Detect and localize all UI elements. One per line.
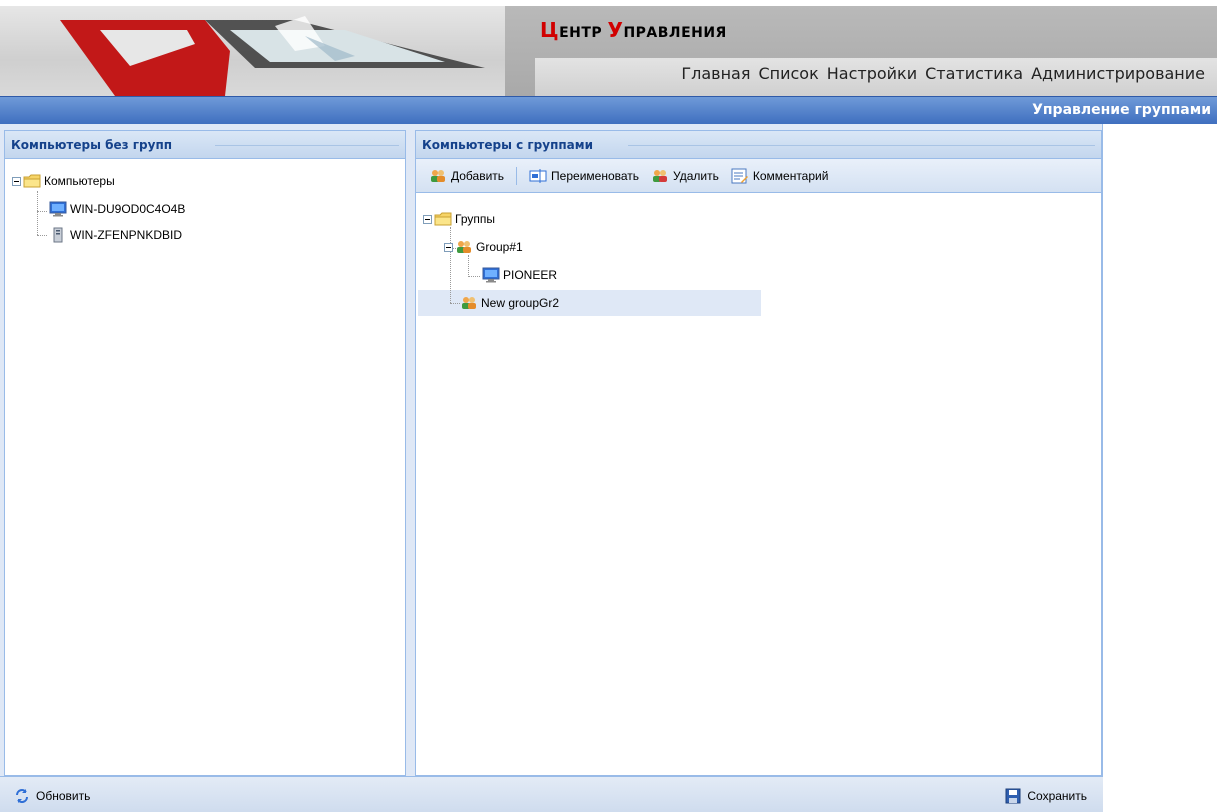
header-divider [215, 145, 399, 146]
tree-node-label: Группы [455, 212, 495, 226]
folder-icon [434, 212, 452, 226]
nav-settings[interactable]: Настройки [827, 64, 917, 83]
tree-line [468, 276, 480, 277]
footer-blank [1103, 776, 1217, 812]
panel-splitter[interactable] [406, 124, 415, 776]
app-title-cap2: У [607, 18, 624, 42]
tree-node-computer[interactable]: WIN-ZFENPNKDBID [49, 225, 182, 245]
top-nav: Главная Список Настройки Статистика Адми… [681, 64, 1205, 83]
toolbar: Добавить Переименовать Удалить Комментар… [416, 159, 1101, 193]
users-add-icon [431, 169, 445, 182]
nav-statistics[interactable]: Статистика [925, 64, 1023, 83]
rename-icon [529, 168, 547, 183]
group-icon [457, 241, 471, 253]
app-title-cap1: Ц [540, 18, 560, 42]
tree-node-group[interactable]: Group#1 [444, 237, 523, 257]
page-heading-bar: Управление группами [0, 96, 1217, 124]
tree-node-label: New groupGr2 [481, 296, 560, 310]
panel-title: Компьютеры с группами [422, 138, 593, 152]
toolbar-separator [516, 166, 518, 185]
delete-button[interactable]: Удалить [648, 166, 722, 186]
monitor-icon [482, 267, 500, 283]
header-divider [628, 145, 1095, 146]
delete-button-label: Удалить [673, 168, 719, 183]
logo [0, 6, 505, 96]
save-button[interactable]: Сохранить [1005, 788, 1087, 804]
app-title-part2: ПРАВЛЕНИЯ [623, 25, 727, 41]
comment-icon [731, 168, 748, 183]
tree-line [37, 235, 47, 236]
tree-node-computer[interactable]: PIONEER [482, 265, 557, 285]
group-icon [462, 297, 476, 309]
tree-node-groups[interactable]: Группы [423, 209, 495, 229]
header: ЦЕНТР УПРАВЛЕНИЯ Главная Список Настройк… [0, 0, 1217, 96]
monitor-icon [49, 201, 67, 217]
rename-button-label: Переименовать [551, 168, 640, 183]
collapse-icon[interactable] [423, 214, 432, 224]
tree-line [37, 211, 47, 212]
collapse-icon[interactable] [12, 176, 21, 186]
app-title: ЦЕНТР УПРАВЛЕНИЯ [540, 18, 727, 42]
add-button-label: Добавить [451, 168, 505, 183]
tree-line [37, 191, 38, 235]
pc-tower-icon [53, 227, 63, 243]
tree-node-label: Компьютеры [44, 174, 115, 188]
tree-node-computer[interactable]: WIN-DU9OD0C4O4B [49, 199, 185, 219]
add-button[interactable]: Добавить [426, 166, 507, 186]
refresh-button-label: Обновить [36, 789, 91, 803]
tree-line [450, 303, 460, 304]
tree-node-label: PIONEER [503, 268, 558, 282]
grouped-computers-panel: Компьютеры с группами Добавить Переимено… [415, 130, 1102, 776]
tree-node-computers[interactable]: Компьютеры [12, 171, 115, 191]
footer-toolbar: Обновить Сохранить [0, 776, 1103, 812]
logo-icon [60, 16, 485, 96]
folder-icon [23, 174, 41, 188]
panel-title: Компьютеры без групп [11, 138, 173, 152]
ungrouped-computers-panel: Компьютеры без групп Компьютеры WIN-DU9O… [4, 130, 406, 776]
panel-header: Компьютеры с группами [416, 131, 1101, 159]
tree-node-label: WIN-DU9OD0C4O4B [70, 202, 186, 216]
page-heading: Управление группами [1032, 102, 1211, 118]
tree-node-label: Group#1 [476, 240, 523, 254]
users-delete-icon [653, 169, 668, 182]
rename-button[interactable]: Переименовать [526, 166, 642, 186]
refresh-button[interactable]: Обновить [14, 788, 90, 804]
comment-button-label: Комментарий [752, 168, 829, 183]
tree-node-group[interactable]: New groupGr2 [460, 293, 559, 313]
collapse-icon[interactable] [444, 242, 453, 252]
panel-header: Компьютеры без групп [5, 131, 405, 159]
save-button-label: Сохранить [1027, 789, 1087, 803]
nav-list[interactable]: Список [758, 64, 818, 83]
comment-button[interactable]: Комментарий [728, 166, 832, 186]
floppy-disk-icon [1005, 788, 1021, 804]
panel-gutter [1102, 124, 1103, 776]
nav-home[interactable]: Главная [681, 64, 750, 83]
nav-administration[interactable]: Администрирование [1031, 64, 1205, 83]
tree-line [468, 255, 469, 277]
tree-node-label: WIN-ZFENPNKDBID [70, 228, 182, 242]
app-title-part1: ЕНТР [559, 25, 608, 41]
refresh-icon [16, 789, 28, 803]
